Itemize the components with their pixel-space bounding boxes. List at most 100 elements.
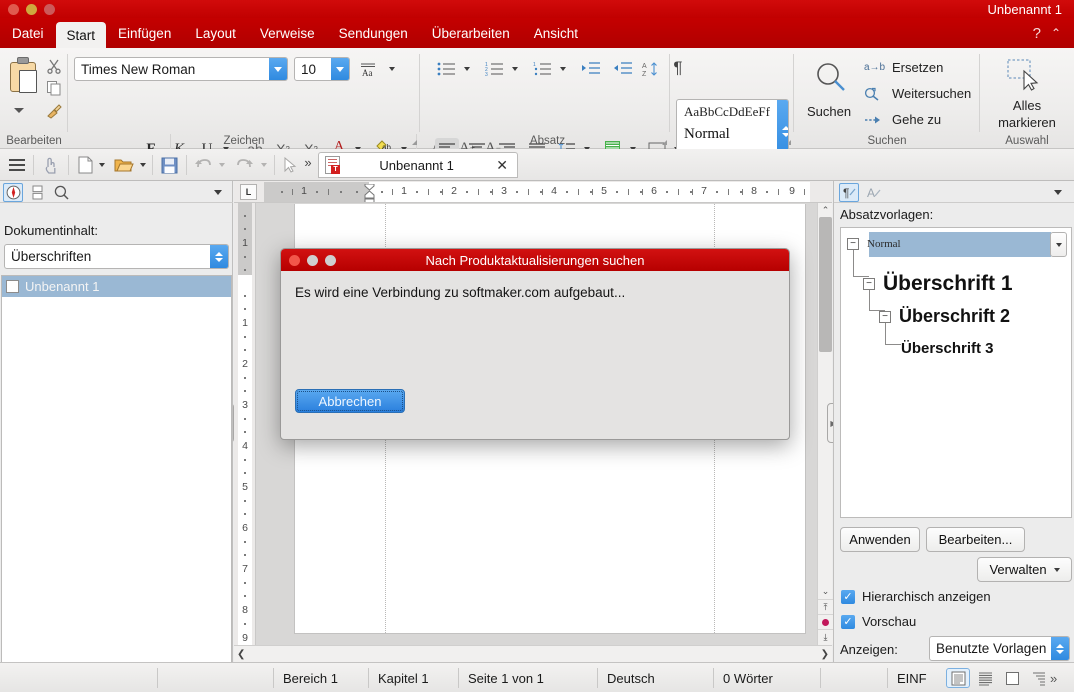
scroll-up-arrow-icon[interactable]: ⌃ bbox=[818, 203, 833, 217]
change-case-icon[interactable]: Aa bbox=[358, 58, 382, 80]
redo-dropdown-arrow[interactable] bbox=[258, 160, 270, 170]
tree-item-ueberschrift-2[interactable]: − Überschrift 2 bbox=[879, 306, 1010, 327]
help-icon[interactable]: ? bbox=[1033, 25, 1041, 42]
status-language[interactable]: Deutsch bbox=[597, 663, 655, 692]
redo-icon[interactable] bbox=[234, 154, 256, 176]
scroll-left-arrow-icon[interactable]: ❮ bbox=[237, 649, 245, 660]
horizontal-ruler[interactable]: L 1 1 2 3 4 5 6 7 8 9 bbox=[234, 181, 832, 203]
style-dropdown-button[interactable] bbox=[1050, 232, 1067, 257]
decrease-indent-button[interactable] bbox=[611, 58, 635, 80]
font-size-combo[interactable]: 10 bbox=[294, 57, 350, 81]
copy-icon[interactable] bbox=[44, 78, 64, 98]
sort-button[interactable]: AZ bbox=[640, 58, 662, 80]
preview-checkbox[interactable]: ✓ bbox=[841, 614, 855, 629]
manage-styles-button[interactable]: Verwalten bbox=[977, 557, 1072, 582]
view-mode-standard-icon[interactable] bbox=[946, 668, 970, 688]
tree-collapse-icon[interactable]: − bbox=[847, 238, 859, 250]
close-window-icon[interactable] bbox=[8, 4, 19, 15]
navigator-options-dropdown-arrow[interactable] bbox=[208, 183, 228, 202]
vertical-ruler[interactable]: 1 1 2 3 4 5 6 7 8 9 bbox=[234, 203, 256, 645]
search-button[interactable] bbox=[808, 56, 854, 100]
menu-item-datei[interactable]: Datei bbox=[0, 18, 56, 48]
paragraph-styles-tab-icon[interactable]: ¶ bbox=[839, 183, 859, 202]
font-size-dropdown-icon[interactable] bbox=[331, 58, 349, 80]
view-mode-outline-icon[interactable] bbox=[1027, 668, 1051, 688]
tree-collapse-icon[interactable]: − bbox=[879, 310, 891, 323]
menu-item-verweise[interactable]: Verweise bbox=[248, 18, 327, 48]
dialog-close-icon[interactable] bbox=[289, 255, 300, 266]
quickbar-overflow-icon[interactable]: » bbox=[300, 153, 316, 171]
list-item-checkbox[interactable] bbox=[6, 280, 19, 293]
scroll-down-arrow-icon[interactable]: ⌄ bbox=[818, 584, 833, 598]
hierarchical-checkbox-row[interactable]: ✓ Hierarchisch anzeigen bbox=[841, 589, 991, 604]
absatz-dialog-launcher[interactable] bbox=[662, 140, 667, 145]
menu-item-einfuegen[interactable]: Einfügen bbox=[106, 18, 183, 48]
bullet-list-button[interactable] bbox=[435, 58, 459, 80]
replace-item[interactable]: a→b Ersetzen bbox=[864, 60, 943, 75]
indent-marker[interactable] bbox=[364, 184, 375, 202]
tab-stop-selector-icon[interactable]: L bbox=[240, 184, 257, 200]
apply-style-button[interactable]: Anwenden bbox=[840, 527, 920, 552]
navigator-compass-icon[interactable] bbox=[3, 183, 23, 202]
navigator-search-icon[interactable] bbox=[51, 183, 71, 202]
horizontal-ruler-strip[interactable]: 1 1 2 3 4 5 6 7 8 9 10 bbox=[264, 182, 810, 202]
menu-item-ansicht[interactable]: Ansicht bbox=[522, 18, 590, 48]
menu-item-ueberarbeiten[interactable]: Überarbeiten bbox=[420, 18, 522, 48]
minimize-window-icon[interactable] bbox=[26, 4, 37, 15]
browse-object-button[interactable] bbox=[818, 614, 833, 629]
select-object-icon[interactable] bbox=[280, 154, 300, 176]
menu-item-layout[interactable]: Layout bbox=[183, 18, 248, 48]
vertical-scroll-thumb[interactable] bbox=[819, 217, 832, 352]
tree-collapse-icon[interactable]: − bbox=[863, 278, 875, 290]
styles-panel-options-dropdown-arrow[interactable] bbox=[1048, 183, 1068, 202]
multilevel-list-dropdown-arrow[interactable] bbox=[557, 64, 569, 74]
find-next-item[interactable]: Weitersuchen bbox=[864, 86, 971, 101]
navigator-pages-icon[interactable] bbox=[27, 183, 47, 202]
preview-checkbox-row[interactable]: ✓ Vorschau bbox=[841, 614, 916, 629]
menu-item-start[interactable]: Start bbox=[55, 22, 107, 48]
document-content-stepper-icon[interactable] bbox=[210, 245, 228, 268]
increase-indent-button[interactable] bbox=[579, 58, 603, 80]
tree-item-ueberschrift-1[interactable]: − Überschrift 1 bbox=[863, 272, 1013, 296]
chevron-up-icon[interactable]: ⌃ bbox=[1051, 26, 1061, 40]
format-painter-icon[interactable] bbox=[44, 100, 64, 120]
close-tab-icon[interactable]: ✕ bbox=[493, 157, 511, 174]
font-name-combo[interactable]: Times New Roman bbox=[74, 57, 288, 81]
dialog-cancel-button[interactable]: Abbrechen bbox=[295, 389, 405, 413]
navigator-list-box[interactable]: Unbenannt 1 bbox=[1, 275, 232, 668]
next-page-button[interactable]: ⤓ bbox=[818, 629, 833, 644]
numbered-list-button[interactable]: 123 bbox=[483, 58, 507, 80]
list-item[interactable]: Unbenannt 1 bbox=[2, 276, 231, 297]
new-document-icon[interactable] bbox=[74, 154, 96, 176]
show-styles-stepper-icon[interactable] bbox=[1051, 637, 1069, 660]
goto-item[interactable]: Gehe zu bbox=[864, 112, 941, 127]
document-content-combo[interactable]: Überschriften bbox=[4, 244, 229, 269]
cut-icon[interactable] bbox=[44, 56, 64, 76]
change-case-dropdown-arrow[interactable] bbox=[386, 63, 398, 75]
view-mode-continuous-icon[interactable] bbox=[973, 668, 997, 688]
tree-item-normal[interactable]: − Normal bbox=[847, 238, 901, 250]
zeichen-dialog-launcher[interactable] bbox=[412, 140, 417, 145]
show-styles-combo[interactable]: Benutzte Vorlagen bbox=[929, 636, 1070, 661]
save-icon[interactable] bbox=[158, 154, 180, 176]
character-styles-tab-icon[interactable]: A bbox=[863, 183, 883, 202]
bullet-list-dropdown-arrow[interactable] bbox=[461, 64, 473, 74]
maximize-window-icon[interactable] bbox=[44, 4, 55, 15]
view-mode-page-icon[interactable] bbox=[1000, 668, 1024, 688]
document-tab[interactable]: T Unbenannt 1 ✕ bbox=[318, 152, 518, 178]
tree-item-ueberschrift-3[interactable]: Überschrift 3 bbox=[901, 340, 994, 357]
styles-tree[interactable]: − Normal − Überschrift 1 − Überschrift 2… bbox=[840, 227, 1072, 518]
multilevel-list-button[interactable]: 1 bbox=[531, 58, 555, 80]
select-all-button[interactable] bbox=[1004, 56, 1048, 94]
menu-item-sendungen[interactable]: Sendungen bbox=[327, 18, 420, 48]
paste-button[interactable] bbox=[8, 56, 42, 102]
manage-styles-dropdown-arrow[interactable] bbox=[1053, 567, 1060, 572]
numbered-list-dropdown-arrow[interactable] bbox=[509, 64, 521, 74]
status-overflow[interactable]: » bbox=[1050, 663, 1057, 692]
hamburger-menu-icon[interactable] bbox=[6, 155, 28, 175]
horizontal-scrollbar[interactable]: ❮ ❯ bbox=[234, 645, 832, 662]
scroll-right-arrow-icon[interactable]: ❯ bbox=[821, 649, 829, 660]
edit-style-button[interactable]: Bearbeiten... bbox=[926, 527, 1025, 552]
touch-mode-icon[interactable] bbox=[40, 154, 62, 176]
previous-page-button[interactable]: ⤒ bbox=[818, 599, 833, 614]
